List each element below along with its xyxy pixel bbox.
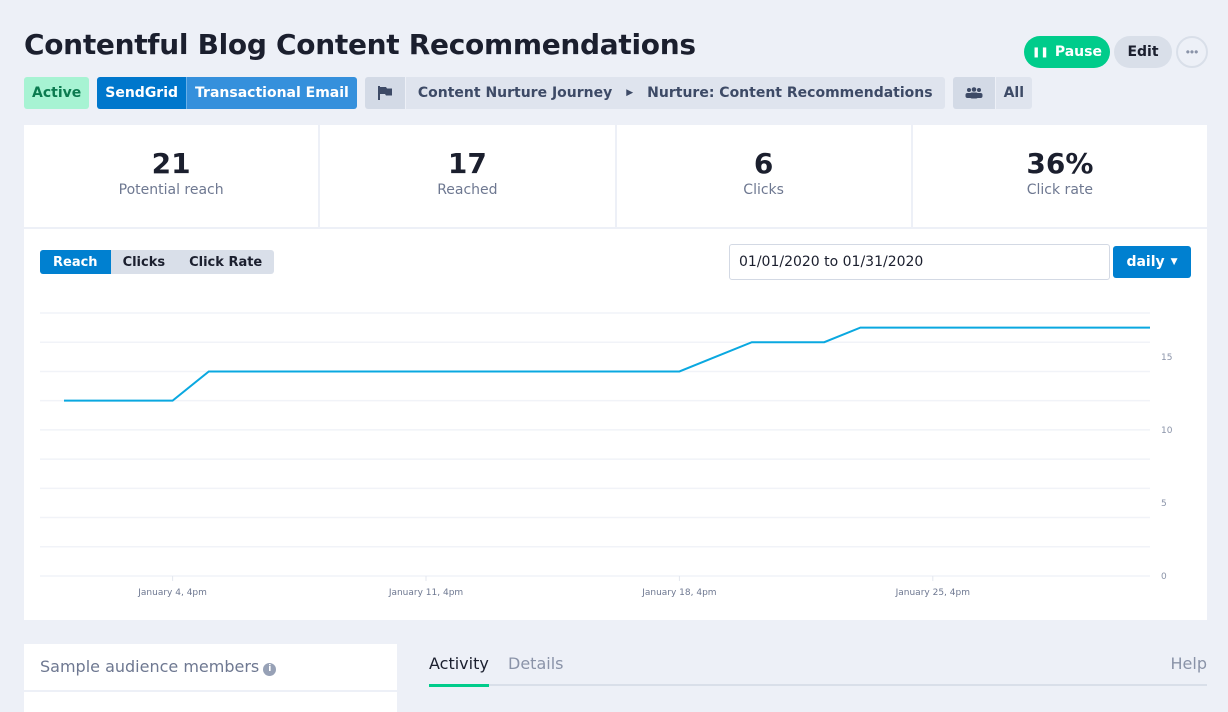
x-tick-label: January 4, 4pm [137, 588, 207, 598]
pause-icon: ❚❚ [1032, 46, 1049, 58]
y-tick-label: 0 [1161, 572, 1167, 582]
stat-click-rate: 36% Click rate [1026, 147, 1094, 198]
stat-potential-reach: 21 Potential reach [24, 125, 321, 227]
x-tick-label: January 11, 4pm [388, 588, 463, 598]
tab-activity[interactable]: Activity [429, 654, 489, 687]
page-title: Contentful Blog Content Recommendations [24, 28, 696, 61]
reach-series-line [64, 326, 1150, 402]
audience-badge[interactable]: All [995, 77, 1033, 109]
activity-tabs: Activity Details Help [429, 654, 1207, 687]
y-tick-label: 15 [1161, 353, 1172, 363]
y-tick-label: 10 [1161, 426, 1173, 436]
step-link[interactable]: Nurture: Content Recommendations [647, 85, 932, 101]
y-tick-label: 5 [1161, 499, 1167, 509]
reach-chart: 0 5 10 15 January 4, 4pm January 11, 4pm Janua… [40, 312, 1173, 598]
chart-card: Reach Clicks Click Rate daily▼ 051015Jan… [24, 229, 1207, 620]
x-tick-label: January 25, 4pm [895, 588, 970, 598]
x-tick-label: January 18, 4pm [641, 588, 716, 598]
flag-icon [364, 77, 406, 109]
provider-badge: SendGrid [97, 77, 187, 109]
journey-breadcrumb[interactable]: Content Nurture Journey ▶ Nurture: Content… [405, 77, 945, 109]
users-icon [952, 77, 996, 109]
stats-panel: 21 Potential reach 17 Reached 6 Clicks 36% C… [24, 125, 1207, 227]
chevron-right-icon: ▶ [626, 88, 634, 98]
edit-button[interactable]: Edit [1114, 36, 1172, 68]
message-type-badge: Transactional Email [186, 77, 357, 109]
pause-button[interactable]: ❚❚ Pause [1024, 36, 1110, 68]
journey-link[interactable]: Content Nurture Journey [418, 85, 612, 101]
more-options-button[interactable]: ••• [1176, 36, 1208, 68]
sample-audience-list [24, 692, 397, 712]
stat-clicks: 6 Clicks [617, 125, 913, 227]
help-link[interactable]: Help [1171, 654, 1207, 673]
tab-details[interactable]: Details [508, 654, 563, 673]
status-badge: Active [24, 77, 90, 109]
info-icon[interactable]: i [263, 662, 277, 676]
sample-audience-panel: Sample audience members i [24, 644, 397, 690]
stat-reached: 17 Reached [320, 125, 617, 227]
